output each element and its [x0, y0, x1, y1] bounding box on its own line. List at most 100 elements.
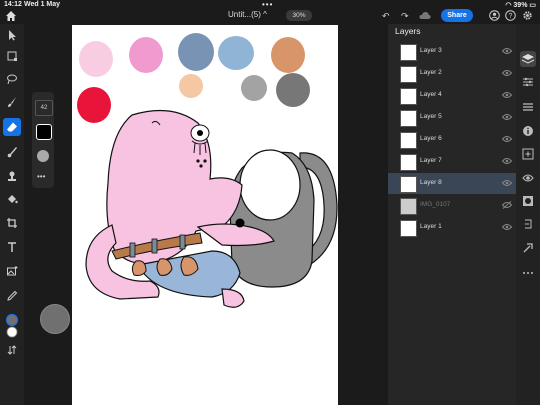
- layer-name: Layer 4: [420, 91, 442, 98]
- fg-bg-color-icon: [5, 313, 19, 338]
- mug-illustration: [229, 149, 338, 288]
- eye-icon[interactable]: [502, 179, 512, 187]
- layer-row[interactable]: Layer 3: [388, 41, 516, 62]
- layer-thumbnail: [400, 110, 417, 127]
- layer-thumbnail: [400, 198, 417, 215]
- brush-options-panel: 42 •••: [32, 92, 54, 188]
- info-icon[interactable]: [522, 125, 534, 137]
- type-tool[interactable]: [3, 238, 21, 256]
- brush-size-field[interactable]: 42: [35, 100, 53, 116]
- home-icon[interactable]: [5, 10, 17, 22]
- layer-thumbnail: [400, 44, 417, 61]
- current-color-swatch[interactable]: [40, 304, 70, 334]
- layer-thumbnail: [400, 132, 417, 149]
- adjustments-icon[interactable]: [522, 76, 534, 88]
- layer-row[interactable]: Layer 2: [388, 63, 516, 84]
- top-bar: Untit...(5) ^ 30% ↶ ↷ Share ?: [0, 8, 540, 24]
- crop-tool[interactable]: [3, 214, 21, 232]
- swap-colors-tool[interactable]: [3, 341, 21, 359]
- layers-panel: Layers Layer 3 Layer 2 Layer 4 Layer 5 L…: [388, 24, 516, 405]
- smudge-tool[interactable]: [3, 143, 21, 161]
- layer-name: Layer 6: [420, 135, 442, 142]
- layer-thumbnail: [400, 176, 417, 193]
- layer-name: Layer 1: [420, 223, 442, 230]
- layer-name: Layer 2: [420, 69, 442, 76]
- brush-tip-preview[interactable]: [36, 124, 52, 140]
- layer-thumbnail: [400, 220, 417, 237]
- mask-icon[interactable]: [522, 195, 534, 207]
- left-toolbar: [0, 24, 24, 405]
- eyedropper-icon: [7, 290, 18, 301]
- visibility-icon[interactable]: [522, 172, 534, 184]
- layers-panel-title: Layers: [395, 26, 421, 36]
- layer-name: Layer 8: [420, 179, 442, 186]
- status-time: 14:12: [4, 1, 22, 8]
- svg-text:?: ?: [509, 13, 513, 20]
- brush-tool[interactable]: [3, 93, 21, 111]
- fill-tool[interactable]: [3, 190, 21, 208]
- layer-row-selected[interactable]: Layer 8: [388, 173, 516, 194]
- redo-icon[interactable]: ↷: [401, 11, 409, 22]
- transform-icon: [7, 51, 17, 61]
- layer-thumbnail: [400, 154, 417, 171]
- layer-row[interactable]: Layer 6: [388, 129, 516, 150]
- pointer-arrow-icon: [9, 30, 16, 41]
- layer-thumbnail: [400, 88, 417, 105]
- stamp-icon: [8, 171, 16, 181]
- eye-icon[interactable]: [502, 135, 512, 143]
- color-swatches[interactable]: [3, 309, 21, 345]
- zoom-level[interactable]: 30%: [286, 10, 312, 21]
- layer-row[interactable]: IMG_0107: [388, 195, 516, 216]
- eye-icon[interactable]: [502, 223, 512, 231]
- eraser-tool[interactable]: [3, 118, 21, 136]
- eraser-icon: [7, 122, 17, 132]
- more-menu-icon[interactable]: [522, 267, 534, 279]
- canvas[interactable]: [72, 25, 338, 405]
- move-tool[interactable]: [3, 26, 21, 44]
- lasso-tool[interactable]: [3, 70, 21, 88]
- smudge-icon: [7, 147, 17, 158]
- crop-icon: [7, 218, 17, 228]
- clipping-icon[interactable]: [522, 218, 534, 230]
- more-options-icon[interactable]: •••: [37, 172, 45, 181]
- eye-icon[interactable]: [502, 113, 512, 121]
- brush-icon: [8, 97, 16, 107]
- clone-stamp-tool[interactable]: [3, 167, 21, 185]
- undo-icon[interactable]: ↶: [382, 11, 390, 22]
- eye-hidden-icon[interactable]: [502, 201, 512, 209]
- eye-icon[interactable]: [502, 69, 512, 77]
- add-layer-icon[interactable]: [522, 148, 534, 160]
- layer-name: IMG_0107: [420, 201, 451, 208]
- right-toolbar: [516, 24, 540, 405]
- layer-row[interactable]: Layer 1: [388, 217, 516, 238]
- image-tool[interactable]: [3, 262, 21, 280]
- eye-icon[interactable]: [502, 47, 512, 55]
- color-palette: [77, 33, 310, 123]
- document-title[interactable]: Untit...(5) ^: [228, 10, 267, 19]
- eye-icon[interactable]: [502, 91, 512, 99]
- properties-icon[interactable]: [522, 101, 534, 113]
- paint-bucket-icon: [8, 195, 18, 204]
- eye-icon[interactable]: [502, 157, 512, 165]
- layer-row[interactable]: Layer 5: [388, 107, 516, 128]
- layer-name: Layer 7: [420, 157, 442, 164]
- profile-icon[interactable]: [489, 10, 500, 21]
- layer-row[interactable]: Layer 4: [388, 85, 516, 106]
- share-button[interactable]: Share: [441, 9, 473, 22]
- blend-mode-icon[interactable]: [522, 242, 534, 254]
- layer-thumbnail: [400, 66, 417, 83]
- layer-row[interactable]: Layer 7: [388, 151, 516, 172]
- cloud-icon[interactable]: [419, 11, 431, 20]
- settings-gear-icon[interactable]: [522, 10, 533, 21]
- artwork: [77, 33, 338, 308]
- brush-hardness-preview[interactable]: [37, 150, 49, 162]
- swap-arrows-icon: [7, 345, 17, 355]
- layers-stack-icon[interactable]: [520, 51, 536, 67]
- eyedropper-tool[interactable]: [3, 287, 21, 305]
- layer-name: Layer 3: [420, 47, 442, 54]
- text-t-icon: [8, 242, 16, 252]
- help-icon[interactable]: ?: [505, 10, 516, 21]
- transform-tool[interactable]: [3, 47, 21, 65]
- status-date: Wed 1 May: [24, 1, 61, 8]
- lasso-icon: [7, 74, 17, 85]
